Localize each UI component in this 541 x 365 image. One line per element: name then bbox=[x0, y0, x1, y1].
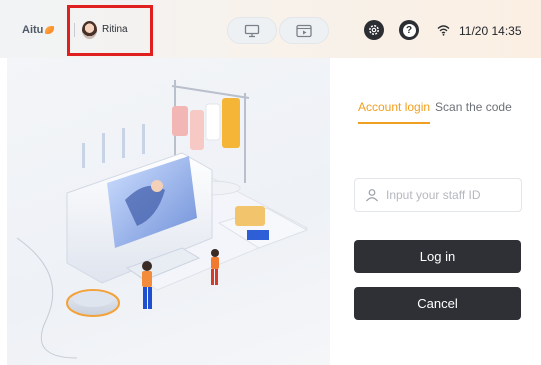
desk-mode-button[interactable] bbox=[227, 17, 277, 44]
staff-id-input[interactable] bbox=[386, 188, 516, 202]
login-tabs: Account login Scan the code bbox=[358, 100, 512, 124]
staff-id-field[interactable] bbox=[354, 178, 522, 212]
hero-illustration bbox=[7, 58, 330, 365]
wifi-icon bbox=[437, 25, 450, 36]
tab-account-login[interactable]: Account login bbox=[358, 100, 431, 124]
mode-switch bbox=[227, 17, 331, 44]
video-screen-icon bbox=[296, 24, 312, 37]
user-icon bbox=[366, 189, 378, 202]
logo-flame-icon bbox=[45, 26, 55, 34]
video-mode-button[interactable] bbox=[279, 17, 329, 44]
cancel-button[interactable]: Cancel bbox=[354, 287, 521, 320]
question-icon: ? bbox=[402, 23, 416, 37]
help-button[interactable]: ? bbox=[399, 20, 419, 40]
login-button[interactable]: Log in bbox=[354, 240, 521, 273]
logo-text: Aitu bbox=[22, 24, 44, 36]
user-highlight-box bbox=[67, 5, 153, 56]
top-bar: Aitu Ritina ? 11/20 14:35 bbox=[0, 0, 541, 58]
workspace-illustration bbox=[16, 80, 309, 359]
tab-scan-code[interactable]: Scan the code bbox=[435, 100, 512, 124]
desk-monitor-icon bbox=[244, 24, 260, 37]
app-logo: Aitu bbox=[22, 24, 55, 36]
settings-button[interactable] bbox=[364, 20, 384, 40]
datetime: 11/20 14:35 bbox=[459, 24, 522, 38]
gear-icon bbox=[369, 25, 379, 35]
